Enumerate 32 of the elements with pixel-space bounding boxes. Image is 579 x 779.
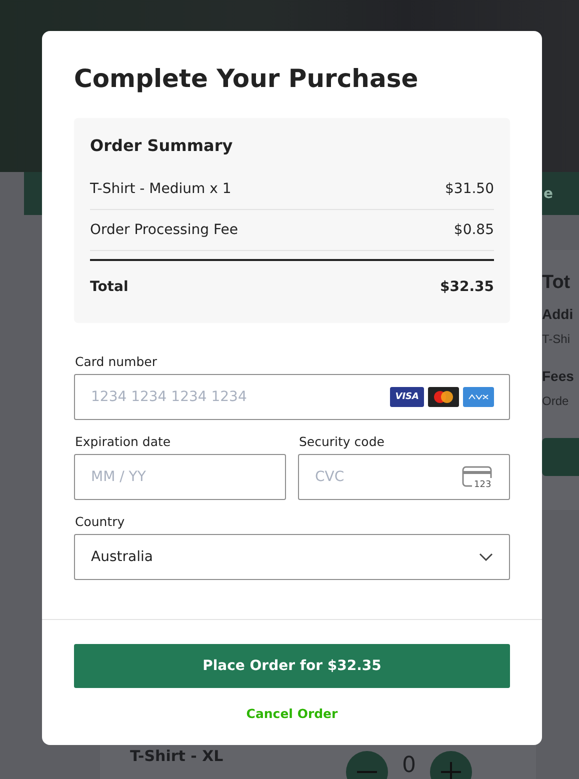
nav-link[interactable]: e	[544, 186, 553, 202]
mastercard-icon	[428, 387, 459, 407]
item-label: T-Shirt - Medium x 1	[90, 181, 232, 197]
field-label: Card number	[75, 354, 158, 369]
cancel-link[interactable]: Cancel Order	[246, 706, 338, 721]
field-label: Country	[75, 514, 126, 529]
card-title: Tot	[542, 272, 570, 294]
dialog-title: Complete Your Purchase	[74, 63, 420, 95]
quantity: 0	[401, 753, 417, 778]
place-order-button[interactable]: Place Order for $32.35	[74, 644, 510, 688]
section-heading: Fees	[542, 368, 574, 384]
total-label: Total	[90, 279, 128, 295]
item-amount: $31.50	[445, 181, 494, 197]
total-amount: $32.35	[440, 279, 494, 295]
card-icon: 123	[462, 466, 494, 488]
expiration-field[interactable]: MM / YY	[74, 454, 286, 500]
chevron-down-icon	[479, 553, 493, 561]
amex-icon	[463, 387, 494, 407]
summary-heading: Order Summary	[90, 136, 234, 155]
section-heading: Addi	[542, 306, 574, 322]
country-select[interactable]: Australia	[74, 534, 510, 580]
product-name: T-Shirt - XL	[130, 747, 224, 765]
visa-logo: VISA	[390, 387, 424, 407]
item-amount: $0.85	[454, 222, 494, 238]
line-item: Orde	[542, 394, 569, 408]
item-label: Order Processing Fee	[90, 222, 238, 238]
plus-icon	[441, 762, 461, 779]
line-item: T-Shi	[542, 332, 570, 346]
checkout-button[interactable]	[542, 438, 579, 476]
field-label: Security code	[299, 434, 386, 449]
field-label: Expiration date	[75, 434, 172, 449]
minus-icon	[357, 770, 377, 774]
